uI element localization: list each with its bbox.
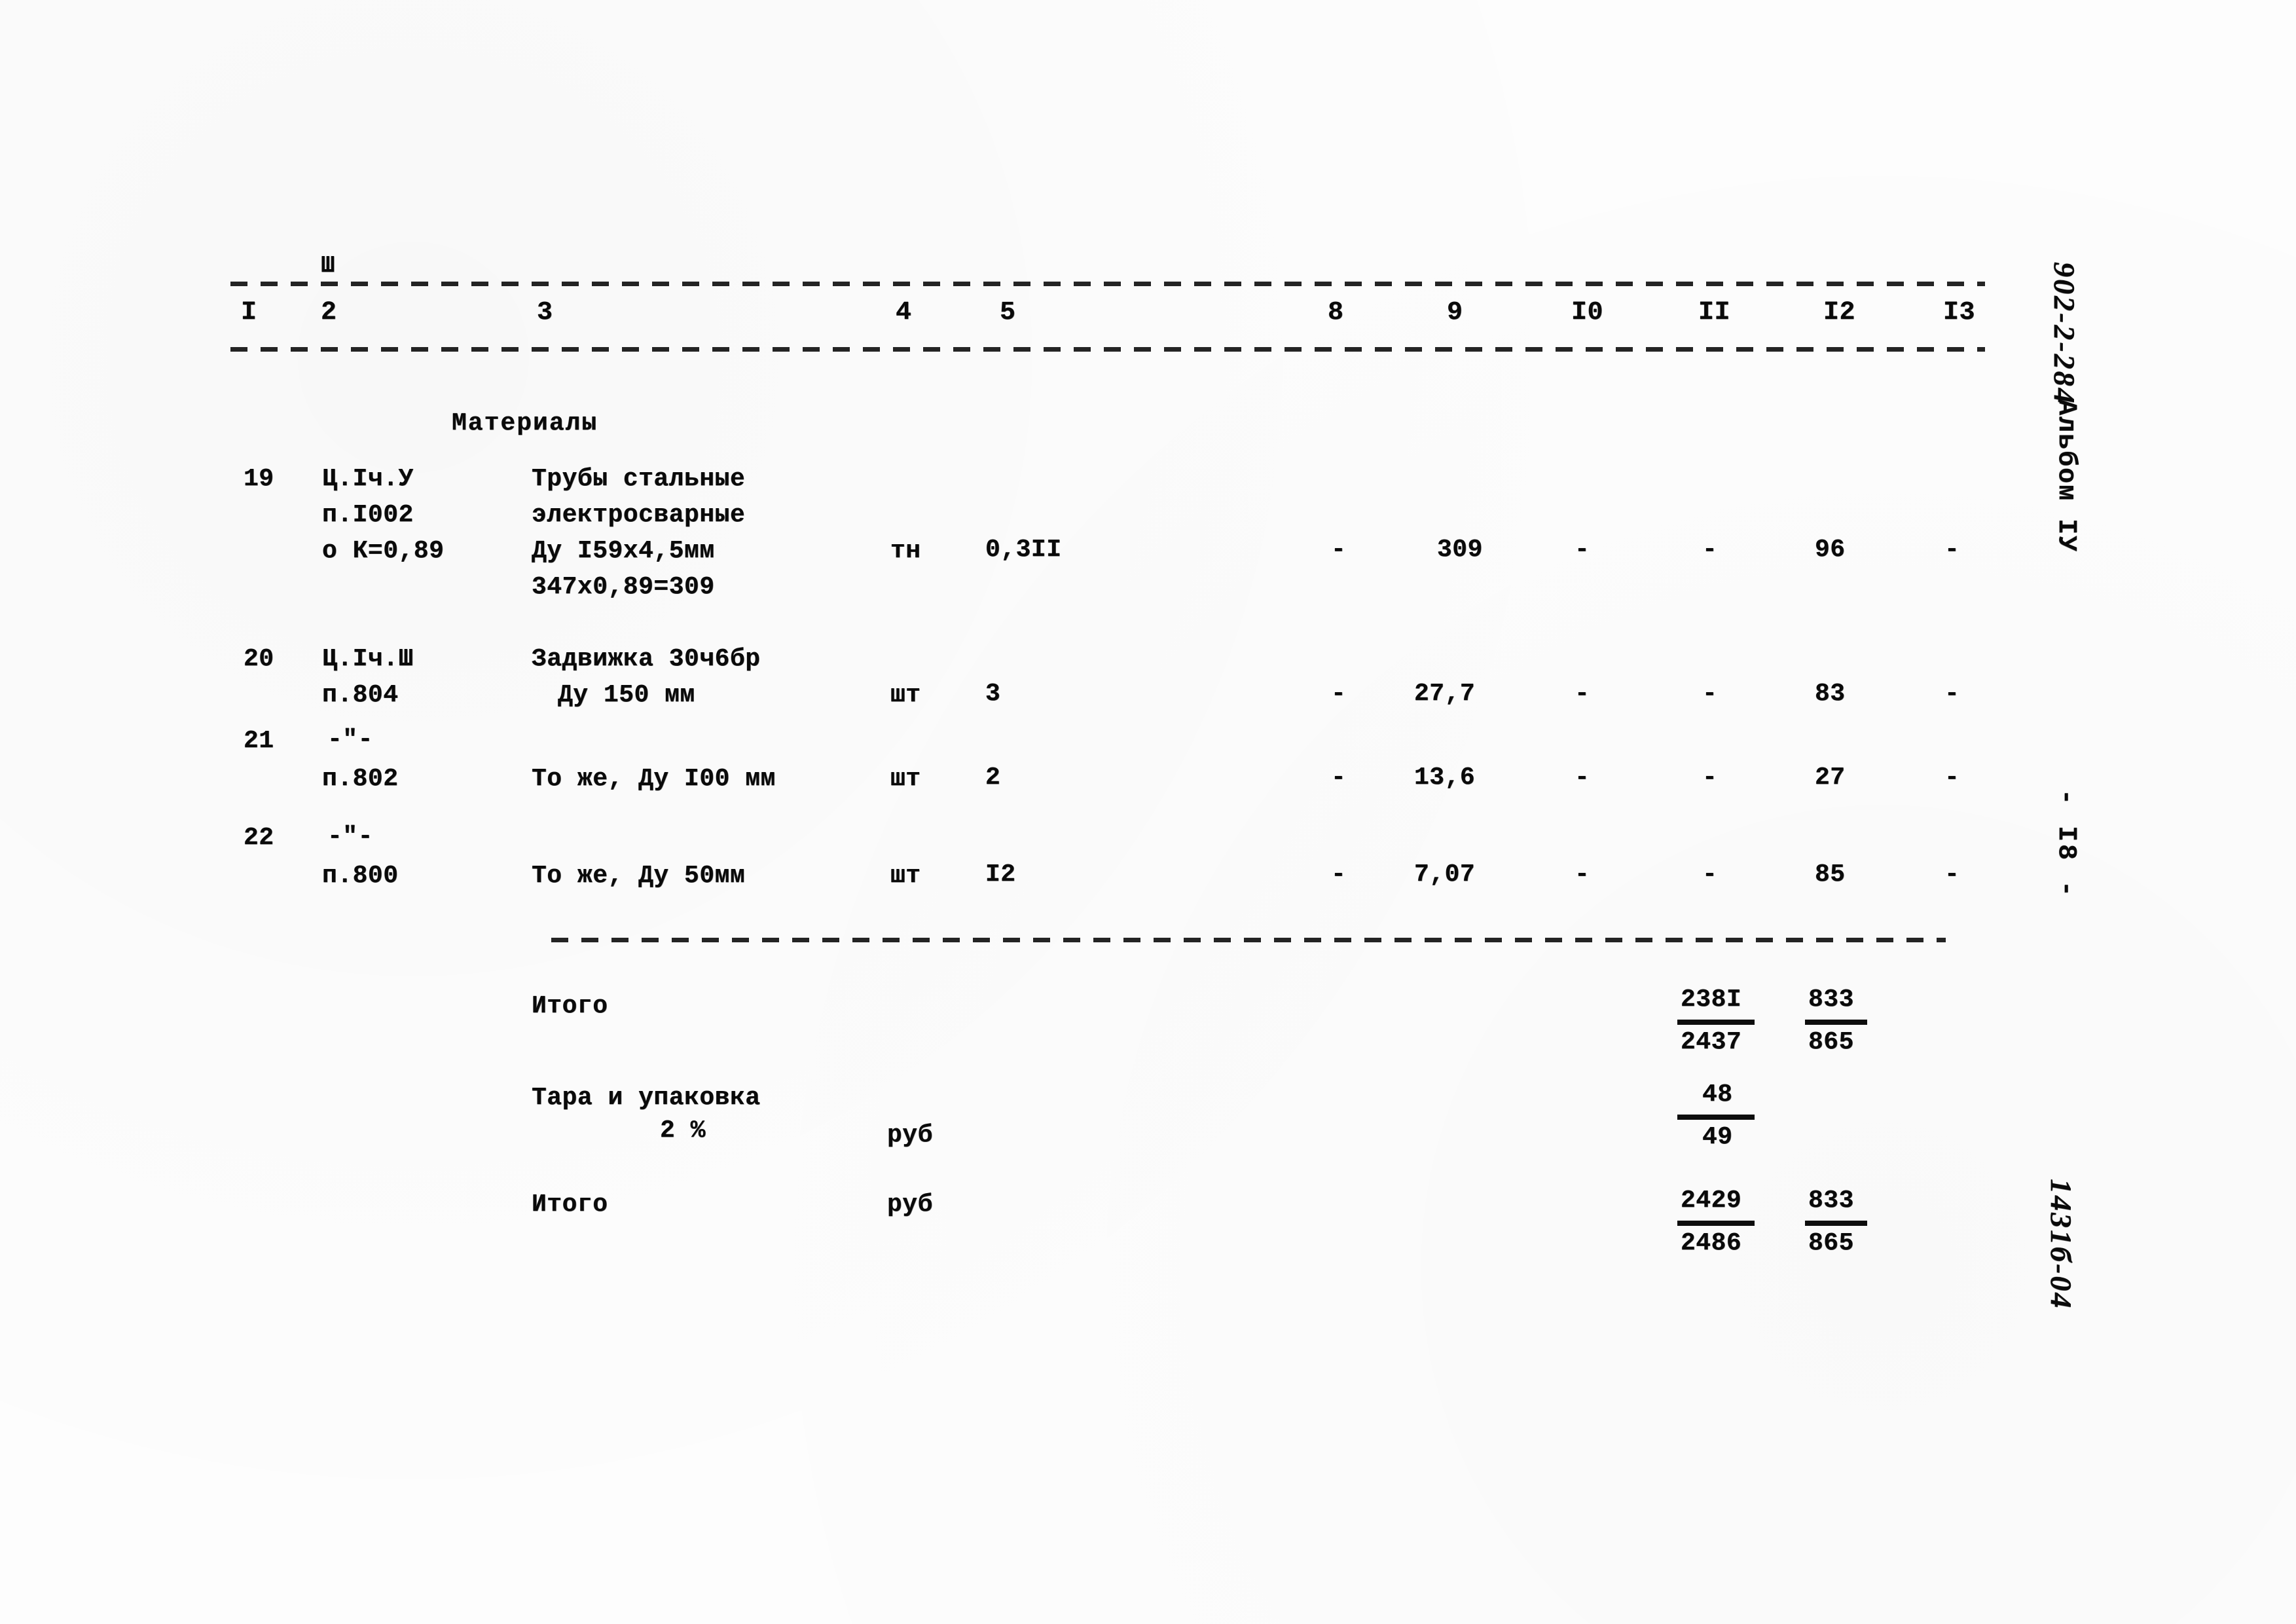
row-col10: - xyxy=(1575,764,1590,792)
totals-col11-top: 238I xyxy=(1681,986,1742,1014)
totals-unit: руб xyxy=(887,1190,933,1219)
row-col11: - xyxy=(1702,764,1718,792)
column-header-9: 9 xyxy=(1447,298,1463,327)
row-ref-line: Ц.Iч.У xyxy=(322,465,414,493)
row-ref-line: Ц.Iч.Ш xyxy=(322,645,414,673)
totals-col12-top: 833 xyxy=(1808,1187,1854,1215)
totals-col11-bottom: 2486 xyxy=(1681,1229,1742,1257)
row-name-line: Ду 150 мм xyxy=(558,681,695,709)
row-col8: - xyxy=(1331,764,1347,792)
row-ref-line: п.800 xyxy=(322,862,399,890)
row-col10: - xyxy=(1575,680,1590,708)
table-top-rule xyxy=(230,282,1985,286)
column-header-5: 5 xyxy=(1000,298,1016,327)
row-name-line: Ду I59х4,5мм xyxy=(532,537,715,565)
row-number: 22 xyxy=(244,824,274,852)
totals-col11-bottom: 2437 xyxy=(1681,1028,1742,1056)
totals-col12-underline xyxy=(1805,1020,1867,1025)
totals-col11-underline xyxy=(1677,1221,1755,1226)
totals-label: Тара и упаковка xyxy=(532,1084,761,1112)
totals-label: Итого xyxy=(532,1190,608,1219)
totals-col12-top: 833 xyxy=(1808,986,1854,1014)
margin-document-code: 902-2-284 xyxy=(2048,262,2081,405)
row-col9: 13,6 xyxy=(1414,764,1476,792)
row-ref-line: -"- xyxy=(327,822,373,851)
row-quantity: 3 xyxy=(985,680,1001,708)
row-col8: - xyxy=(1331,536,1347,564)
totals-label-second: 2 % xyxy=(660,1116,706,1145)
totals-col11-bottom: 49 xyxy=(1702,1123,1733,1151)
row-ref-line: п.802 xyxy=(322,765,399,793)
row-unit: шт xyxy=(890,862,921,890)
totals-col12-underline xyxy=(1805,1221,1867,1226)
row-name-line: То же, Ду I00 мм xyxy=(532,765,776,793)
row-quantity: 0,3II xyxy=(985,536,1062,564)
margin-album-label: Альбом IУ xyxy=(2051,399,2081,553)
totals-label: Итого xyxy=(532,992,608,1020)
row-col12: 85 xyxy=(1815,860,1846,889)
scanned-document-page: I Ш 2 3 4 5 8 9 I0 II I2 I3 Материалы 19… xyxy=(0,0,2296,1624)
row-ref-line: п.I002 xyxy=(322,501,414,529)
column-header-12: I2 xyxy=(1823,298,1856,327)
totals-separator-rule xyxy=(551,938,1946,942)
row-number: 21 xyxy=(244,727,274,755)
column-header-11: II xyxy=(1698,298,1731,327)
row-number: 20 xyxy=(244,645,274,673)
totals-col11-top: 48 xyxy=(1702,1080,1733,1109)
row-ref-line: -"- xyxy=(327,726,373,754)
row-col11: - xyxy=(1702,680,1718,708)
row-col9: 7,07 xyxy=(1414,860,1476,889)
row-quantity: I2 xyxy=(985,860,1016,889)
column2-superscript: Ш xyxy=(321,252,336,279)
row-col12: 27 xyxy=(1815,764,1846,792)
totals-col12-bottom: 865 xyxy=(1808,1028,1854,1056)
row-name-line: Задвижка 30ч6бр xyxy=(532,645,761,673)
row-ref-line: п.804 xyxy=(322,681,399,709)
column-header-13: I3 xyxy=(1943,298,1976,327)
row-col13: - xyxy=(1944,860,1960,889)
row-name-line: То же, Ду 50мм xyxy=(532,862,746,890)
row-col9: 309 xyxy=(1437,536,1483,564)
totals-col11-underline xyxy=(1677,1115,1755,1120)
row-unit: шт xyxy=(890,765,921,793)
row-col12: 83 xyxy=(1815,680,1846,708)
table-header-rule xyxy=(230,347,1985,352)
margin-archive-code: 1431б-04 xyxy=(2045,1179,2078,1310)
row-name-line: Трубы стальные xyxy=(532,465,746,493)
row-quantity: 2 xyxy=(985,764,1001,792)
totals-col11-top: 2429 xyxy=(1681,1187,1742,1215)
row-col13: - xyxy=(1944,764,1960,792)
paper-grain-overlay xyxy=(0,0,2296,1624)
row-name-line: электросварные xyxy=(532,501,746,529)
row-col11: - xyxy=(1702,860,1718,889)
totals-col12-bottom: 865 xyxy=(1808,1229,1854,1257)
row-col12: 96 xyxy=(1815,536,1846,564)
row-col11: - xyxy=(1702,536,1718,564)
row-col9: 27,7 xyxy=(1414,680,1476,708)
row-unit: тн xyxy=(890,537,921,565)
row-col13: - xyxy=(1944,680,1960,708)
column-header-4: 4 xyxy=(896,298,912,327)
column-header-1: I xyxy=(241,298,257,327)
row-name-line: 347х0,89=309 xyxy=(532,573,715,601)
section-title-materialy: Материалы xyxy=(452,409,598,437)
row-col8: - xyxy=(1331,860,1347,889)
totals-col11-underline xyxy=(1677,1020,1755,1025)
row-col13: - xyxy=(1944,536,1960,564)
row-col10: - xyxy=(1575,536,1590,564)
row-col10: - xyxy=(1575,860,1590,889)
totals-unit: руб xyxy=(887,1121,933,1149)
column-header-2: 2 xyxy=(321,298,337,327)
column-header-3: 3 xyxy=(537,298,553,327)
margin-page-number: - I8 - xyxy=(2051,789,2081,900)
column-header-8: 8 xyxy=(1328,298,1344,327)
row-ref-line: о К=0,89 xyxy=(322,537,445,565)
row-unit: шт xyxy=(890,681,921,709)
row-number: 19 xyxy=(244,465,274,493)
column-header-10: I0 xyxy=(1571,298,1604,327)
row-col8: - xyxy=(1331,680,1347,708)
